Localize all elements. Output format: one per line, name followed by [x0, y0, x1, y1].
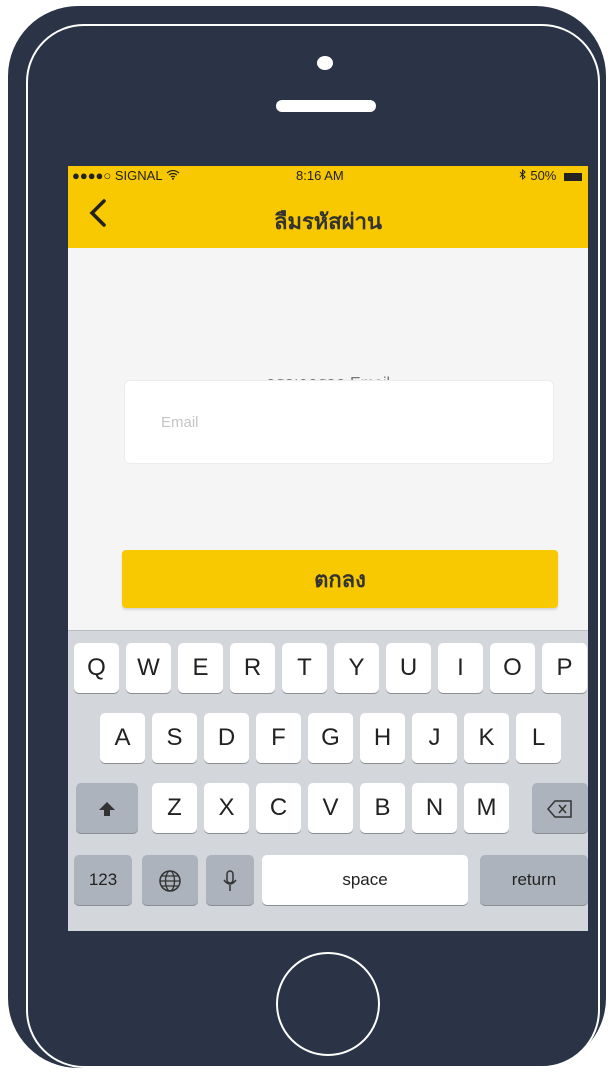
key-c[interactable]: C: [256, 783, 301, 833]
key-k[interactable]: K: [464, 713, 509, 763]
key-o[interactable]: O: [490, 643, 535, 693]
bluetooth-icon: [519, 168, 531, 183]
key-w[interactable]: W: [126, 643, 171, 693]
earpiece-speaker: [276, 100, 376, 112]
key-g[interactable]: G: [308, 713, 353, 763]
battery-percentage: 50%: [530, 168, 557, 183]
key-s[interactable]: S: [152, 713, 197, 763]
email-field[interactable]: [124, 380, 554, 464]
globe-icon: [158, 866, 182, 893]
key-i[interactable]: I: [438, 643, 483, 693]
status-time: 8:16 AM: [296, 168, 344, 183]
key-b[interactable]: B: [360, 783, 405, 833]
submit-button[interactable]: ตกลง: [122, 550, 558, 608]
shift-icon: [97, 794, 117, 821]
carrier-signal: ●●●●○ SIGNAL: [72, 168, 163, 183]
key-m[interactable]: M: [464, 783, 509, 833]
numbers-key[interactable]: 123: [74, 855, 132, 905]
key-e[interactable]: E: [178, 643, 223, 693]
key-v[interactable]: V: [308, 783, 353, 833]
globe-key[interactable]: [142, 855, 198, 905]
key-l[interactable]: L: [516, 713, 561, 763]
shift-key[interactable]: [76, 783, 138, 833]
key-h[interactable]: H: [360, 713, 405, 763]
key-a[interactable]: A: [100, 713, 145, 763]
status-bar: ●●●●○ SIGNAL 8:16 AM 50%: [68, 166, 588, 186]
backspace-icon: [547, 794, 573, 821]
header-bar: ลืมรหัสผ่าน: [68, 186, 588, 248]
microphone-key[interactable]: [206, 855, 254, 905]
phone-frame: ●●●●○ SIGNAL 8:16 AM 50% ลืมรหัสผ่าน กรุ…: [8, 6, 606, 1068]
key-n[interactable]: N: [412, 783, 457, 833]
backspace-key[interactable]: [532, 783, 588, 833]
home-button[interactable]: [276, 952, 380, 1056]
key-r[interactable]: R: [230, 643, 275, 693]
key-x[interactable]: X: [204, 783, 249, 833]
key-u[interactable]: U: [386, 643, 431, 693]
key-z[interactable]: Z: [152, 783, 197, 833]
space-key[interactable]: space: [262, 855, 468, 905]
wifi-icon: [166, 168, 180, 183]
return-key[interactable]: return: [480, 855, 588, 905]
key-d[interactable]: D: [204, 713, 249, 763]
key-q[interactable]: Q: [74, 643, 119, 693]
front-camera: [317, 56, 333, 70]
page-title: ลืมรหัสผ่าน: [273, 209, 382, 234]
key-f[interactable]: F: [256, 713, 301, 763]
key-j[interactable]: J: [412, 713, 457, 763]
battery-icon: [564, 172, 582, 181]
app-screen: ●●●●○ SIGNAL 8:16 AM 50% ลืมรหัสผ่าน กรุ…: [68, 166, 588, 931]
key-y[interactable]: Y: [334, 643, 379, 693]
key-p[interactable]: P: [542, 643, 587, 693]
onscreen-keyboard: Q W E R T Y U I O P A S D F G H J K L Z …: [68, 630, 588, 931]
microphone-icon: [223, 866, 237, 893]
key-t[interactable]: T: [282, 643, 327, 693]
